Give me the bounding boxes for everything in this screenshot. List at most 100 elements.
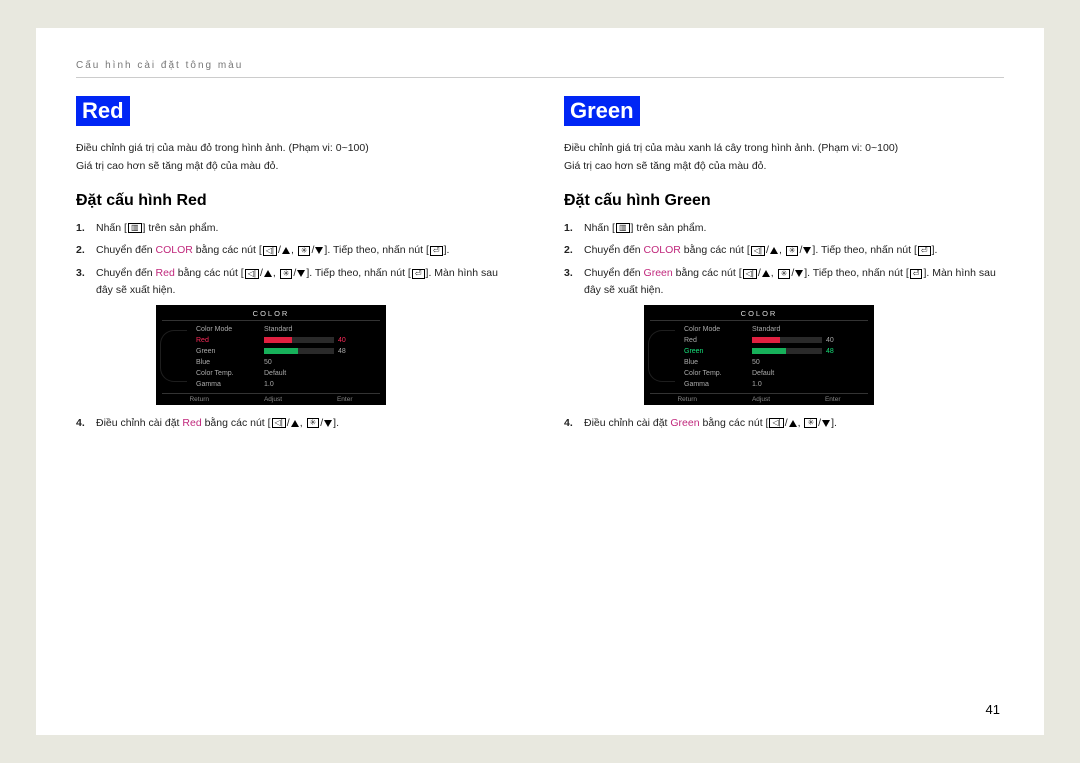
text: bằng các nút [ bbox=[193, 244, 262, 256]
osd-label: Gamma bbox=[684, 381, 744, 388]
text: Điều chỉnh giá trị của màu đỏ trong hình… bbox=[76, 140, 516, 158]
osd-row: Gamma1.0 bbox=[196, 379, 380, 390]
enter-icon: ⏎ bbox=[918, 246, 931, 256]
osd-return: Return bbox=[677, 396, 697, 403]
text: Nhấn [ bbox=[584, 222, 615, 234]
menu-icon: ▥ bbox=[616, 223, 630, 233]
text: ]. bbox=[831, 417, 837, 429]
step-1: 1. Nhấn [▥] trên sản phẩm. bbox=[92, 220, 516, 237]
step-3: 3. Chuyển đến Red bằng các nút [◁|/, ✳/]… bbox=[92, 265, 516, 299]
osd-value: 48 bbox=[752, 348, 862, 355]
text: , bbox=[291, 244, 294, 256]
text: / bbox=[791, 267, 794, 279]
vol-icon: ◁| bbox=[263, 246, 277, 256]
osd-row: Red 40 bbox=[684, 335, 868, 346]
text: / bbox=[758, 267, 761, 279]
osd-screenshot-red: COLOR Color ModeStandardRed40Green48Blue… bbox=[156, 305, 386, 405]
osd-screenshot-green: COLOR Color ModeStandardRed40Green48Blue… bbox=[644, 305, 874, 405]
osd-label: Blue bbox=[196, 359, 256, 366]
enter-icon: ⏎ bbox=[412, 269, 425, 279]
step-2: 2. Chuyển đến COLOR bằng các nút [◁|/, ✳… bbox=[580, 242, 1004, 259]
menu-icon: ▥ bbox=[128, 223, 142, 233]
osd-label: Blue bbox=[684, 359, 744, 366]
down-icon bbox=[822, 420, 830, 427]
column-green: Green Điều chỉnh giá trị của màu xanh lá… bbox=[564, 96, 1004, 438]
down-icon bbox=[803, 247, 811, 254]
keyword-green: Green bbox=[670, 417, 699, 429]
osd-row: Color ModeStandard bbox=[196, 324, 380, 335]
keyword-red: Red bbox=[156, 267, 175, 279]
up-icon bbox=[770, 247, 778, 254]
osd-adjust: Adjust bbox=[264, 396, 282, 403]
down-icon bbox=[795, 270, 803, 277]
down-icon bbox=[297, 270, 305, 277]
text: , bbox=[273, 267, 276, 279]
up-icon bbox=[762, 270, 770, 277]
up-icon bbox=[264, 270, 272, 277]
osd-row: Gamma1.0 bbox=[684, 379, 868, 390]
osd-label: Red bbox=[196, 337, 256, 344]
keyword-color: COLOR bbox=[156, 244, 193, 256]
manual-page: Cấu hình cài đặt tông màu Red Điều chỉnh… bbox=[36, 28, 1044, 735]
osd-enter: Enter bbox=[825, 396, 841, 403]
osd-label: Color Temp. bbox=[196, 370, 256, 377]
text: Nhấn [ bbox=[96, 222, 127, 234]
text: bằng các nút [ bbox=[700, 417, 769, 429]
text: Chuyển đến bbox=[96, 244, 156, 256]
text: / bbox=[320, 417, 323, 429]
breadcrumb: Cấu hình cài đặt tông màu bbox=[76, 60, 1004, 78]
up-icon bbox=[789, 420, 797, 427]
text: , bbox=[779, 244, 782, 256]
osd-enter: Enter bbox=[337, 396, 353, 403]
keyword-red: Red bbox=[182, 417, 201, 429]
text: , bbox=[300, 417, 303, 429]
text: / bbox=[785, 417, 788, 429]
text: ]. Tiếp theo, nhấn nút [ bbox=[324, 244, 429, 256]
vol-icon: ◁| bbox=[769, 418, 783, 428]
osd-label: Green bbox=[684, 348, 744, 355]
vol-icon: ◁| bbox=[743, 269, 757, 279]
text: Điều chỉnh giá trị của màu xanh lá cây t… bbox=[564, 140, 1004, 158]
osd-value: 50 bbox=[752, 359, 862, 366]
text: ]. Tiếp theo, nhấn nút [ bbox=[804, 267, 909, 279]
step-2: 2. Chuyển đến COLOR bằng các nút [◁|/, ✳… bbox=[92, 242, 516, 259]
green-subtitle: Đặt cấu hình Green bbox=[564, 192, 1004, 210]
step-1: 1. Nhấn [▥] trên sản phẩm. bbox=[580, 220, 1004, 237]
osd-value: Default bbox=[752, 370, 862, 377]
osd-value: 40 bbox=[752, 337, 862, 344]
osd-header: COLOR bbox=[650, 309, 868, 321]
osd-label: Red bbox=[684, 337, 744, 344]
text: ]. bbox=[932, 244, 938, 256]
osd-row: Blue 50 bbox=[196, 357, 380, 368]
osd-footer: Return Adjust Enter bbox=[162, 393, 380, 403]
bright-icon: ✳ bbox=[298, 246, 311, 256]
text: bằng các nút [ bbox=[681, 244, 750, 256]
red-subtitle: Đặt cấu hình Red bbox=[76, 192, 516, 210]
two-column-layout: Red Điều chỉnh giá trị của màu đỏ trong … bbox=[76, 96, 1004, 438]
text: ] trên sản phẩm. bbox=[143, 222, 219, 234]
enter-icon: ⏎ bbox=[430, 246, 443, 256]
text: Điều chỉnh cài đặt bbox=[96, 417, 182, 429]
vol-icon: ◁| bbox=[751, 246, 765, 256]
bright-icon: ✳ bbox=[804, 418, 817, 428]
osd-label: Color Temp. bbox=[684, 370, 744, 377]
osd-row: Color Temp.Default bbox=[196, 368, 380, 379]
osd-row: Blue 50 bbox=[684, 357, 868, 368]
keyword-green: Green bbox=[644, 267, 673, 279]
osd-value: 50 bbox=[264, 359, 374, 366]
text: , bbox=[798, 417, 801, 429]
up-icon bbox=[282, 247, 290, 254]
text: bằng các nút [ bbox=[673, 267, 742, 279]
red-steps: 1. Nhấn [▥] trên sản phẩm. 2. Chuyển đến… bbox=[76, 220, 516, 299]
text: bằng các nút [ bbox=[175, 267, 244, 279]
section-title-red: Red bbox=[76, 96, 130, 126]
up-icon bbox=[291, 420, 299, 427]
down-icon bbox=[324, 420, 332, 427]
bright-icon: ✳ bbox=[307, 418, 320, 428]
text: / bbox=[766, 244, 769, 256]
bright-icon: ✳ bbox=[778, 269, 791, 279]
text: Giá trị cao hơn sẽ tăng mật độ của màu đ… bbox=[564, 158, 1004, 176]
text: ]. bbox=[444, 244, 450, 256]
page-number: 41 bbox=[986, 702, 1000, 717]
osd-return: Return bbox=[189, 396, 209, 403]
